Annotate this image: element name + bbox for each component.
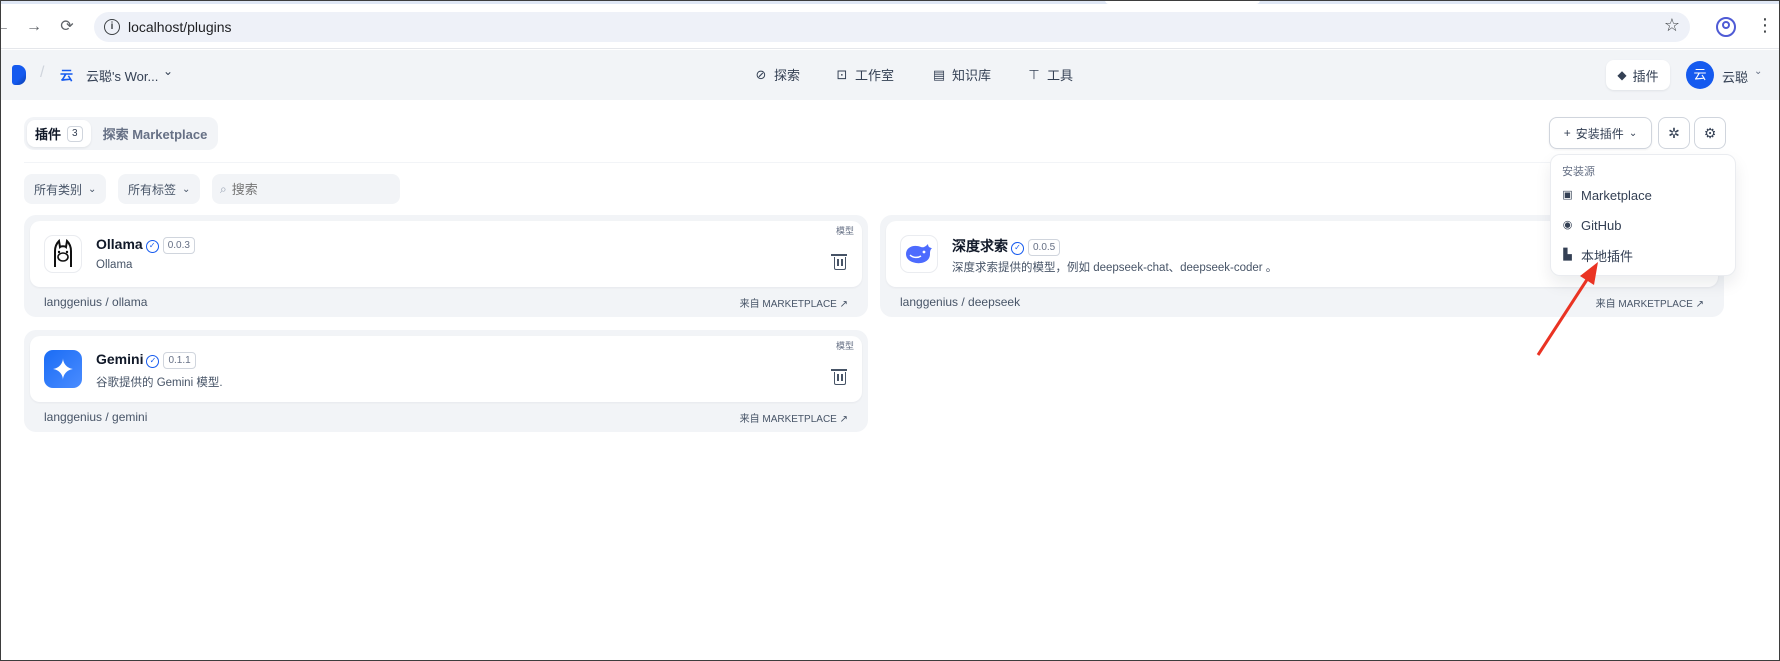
category-filter-label: 所有类别 xyxy=(34,182,83,197)
bookmark-star-icon[interactable]: ☆ xyxy=(1664,15,1680,36)
plugin-repo: langgenius / deepseek xyxy=(900,295,1021,309)
menu-item-local[interactable]: ▙ 本地插件 xyxy=(1562,243,1726,267)
trash-icon[interactable] xyxy=(831,254,847,270)
site-info-icon[interactable]: i xyxy=(104,19,120,35)
search-icon: ⌕ xyxy=(220,181,227,196)
menu-item-github-label: GitHub xyxy=(1581,217,1622,233)
app-logo[interactable] xyxy=(12,65,26,85)
tag-filter-label: 所有标签 xyxy=(128,182,177,197)
address-bar[interactable]: i localhost/plugins ☆ xyxy=(94,12,1690,42)
nav-tools-label: 工具 xyxy=(1047,68,1074,83)
marketplace-bag-icon: ▣ xyxy=(1562,189,1573,201)
nav-explore-label: 探索 xyxy=(774,68,801,83)
plugin-source-link[interactable]: 来自 MARKETPLACE ↗ xyxy=(740,410,848,425)
tab-marketplace-label: 探索 Marketplace xyxy=(102,127,208,142)
settings-button[interactable]: ⚙ xyxy=(1694,117,1726,149)
whale-icon xyxy=(900,235,938,273)
search-input[interactable] xyxy=(231,181,382,197)
user-avatar[interactable]: 云 xyxy=(1686,61,1714,89)
verified-icon: ✓ xyxy=(146,355,160,368)
tab-plugins[interactable]: 插件 3 xyxy=(27,120,91,147)
tab-plugins-label: 插件 xyxy=(35,127,62,142)
github-icon: ◉ xyxy=(1562,219,1573,231)
back-arrow-icon[interactable]: ← xyxy=(0,15,14,39)
plugin-name: Ollama ✓ 0.0.3 xyxy=(96,236,195,254)
plugin-type-tag: 模型 xyxy=(835,226,854,236)
workspace-avatar[interactable]: 云 xyxy=(60,65,76,83)
reload-icon[interactable]: ⟳ xyxy=(55,15,79,39)
plugin-source-link[interactable]: 来自 MARKETPLACE ↗ xyxy=(740,295,848,310)
tab-marketplace[interactable]: 探索 Marketplace xyxy=(95,120,216,147)
nav-knowledge[interactable]: ▤ 知识库 xyxy=(932,65,991,84)
chevron-down-icon: ⌄ xyxy=(88,183,97,195)
llama-icon xyxy=(44,235,82,273)
nav-tools[interactable]: ⊤ 工具 xyxy=(1027,65,1073,84)
browser-menu-icon[interactable]: ⋮ xyxy=(1756,15,1774,36)
nav-explore[interactable]: ⊘ 探索 xyxy=(754,65,800,84)
robot-icon: ⊡ xyxy=(836,66,848,82)
plugin-name: Gemini ✓ 0.1.1 xyxy=(96,351,196,369)
nav-studio[interactable]: ⊡ 工作室 xyxy=(835,65,894,84)
chevron-down-icon[interactable]: ⌄ xyxy=(1754,66,1762,77)
plugin-source-link[interactable]: 来自 MARKETPLACE ↗ xyxy=(1596,295,1704,310)
plugin-name: 深度求索 ✓ 0.0.5 xyxy=(952,236,1061,256)
plugin-card-ollama[interactable]: Ollama ✓ 0.0.3 Ollama 模型 langgenius / olla… xyxy=(24,215,868,317)
plugin-type-tag: 模型 xyxy=(835,341,854,351)
plugin-version: 0.1.1 xyxy=(163,352,196,369)
menu-item-marketplace-label: Marketplace xyxy=(1581,187,1652,203)
plugin-count-badge: 3 xyxy=(67,125,83,142)
plugin-repo: langgenius / ollama xyxy=(44,295,148,309)
tag-filter[interactable]: 所有标签 ⌄ xyxy=(118,174,201,204)
browser-toolbar: ← → ⟳ i localhost/plugins ☆ ⋮ xyxy=(0,4,1780,49)
address-url[interactable]: localhost/plugins xyxy=(128,19,232,35)
chevron-down-icon[interactable]: ⌄ xyxy=(163,64,173,78)
hammer-icon: ⊤ xyxy=(1028,66,1040,82)
profile-icon[interactable] xyxy=(1716,17,1736,37)
debug-button[interactable]: ✲ xyxy=(1658,117,1690,149)
divider xyxy=(24,162,1724,163)
plugin-card-body[interactable]: Ollama ✓ 0.0.3 Ollama 模型 xyxy=(30,221,862,287)
local-file-icon: ▙ xyxy=(1563,249,1572,261)
plugin-description: 谷歌提供的 Gemini 模型. xyxy=(96,377,223,389)
plugin-version: 0.0.3 xyxy=(162,237,195,254)
install-source-menu: 安装源 ▣ Marketplace ◉ GitHub ▙ 本地插件 xyxy=(1550,154,1736,276)
install-source-heading: 安装源 xyxy=(1562,166,1595,178)
menu-item-github[interactable]: ◉ GitHub xyxy=(1562,213,1726,237)
compass-icon: ⊘ xyxy=(755,66,767,82)
plugin-card-gemini[interactable]: Gemini ✓ 0.1.1 谷歌提供的 Gemini 模型. 模型 langgen… xyxy=(24,330,868,432)
category-filter[interactable]: 所有类别 ⌄ xyxy=(24,174,107,204)
nav-knowledge-label: 知识库 xyxy=(952,68,992,83)
chevron-down-icon: ⌄ xyxy=(1628,127,1638,139)
chevron-down-icon: ⌄ xyxy=(182,183,191,195)
plugin-description: Ollama xyxy=(96,259,133,271)
book-icon: ▤ xyxy=(932,66,946,82)
plugin-repo: langgenius / gemini xyxy=(44,410,148,424)
search-box[interactable]: ⌕ xyxy=(212,174,400,204)
trash-icon[interactable] xyxy=(831,369,847,385)
install-plugin-label: 安装插件 xyxy=(1575,126,1624,141)
plugins-nav-label: 插件 xyxy=(1632,68,1659,84)
nav-studio-label: 工作室 xyxy=(855,68,895,83)
app-header: / 云 云聪's Wor... ⌄ ⊘ 探索 ⊡ 工作室 ▤ 知识库 ⊤ 工具 … xyxy=(0,50,1780,100)
menu-item-marketplace[interactable]: ▣ Marketplace xyxy=(1562,183,1726,207)
plugin-tabs: 插件 3 探索 Marketplace xyxy=(24,117,219,150)
plugin-card-body[interactable]: Gemini ✓ 0.1.1 谷歌提供的 Gemini 模型. 模型 xyxy=(30,336,862,402)
forward-arrow-icon[interactable]: → xyxy=(22,15,46,39)
verified-icon: ✓ xyxy=(145,240,159,253)
user-name[interactable]: 云聪 xyxy=(1722,67,1748,86)
plugin-version: 0.0.5 xyxy=(1028,239,1061,256)
install-plugin-button[interactable]: + 安装插件 ⌄ xyxy=(1549,117,1652,149)
plugins-nav-button[interactable]: ◆ 插件 xyxy=(1606,60,1670,90)
workspace-name[interactable]: 云聪's Wor... xyxy=(86,66,158,85)
plugin-description: 深度求索提供的模型，例如 deepseek-chat、deepseek-code… xyxy=(952,262,1278,274)
cube-icon: ◆ xyxy=(1617,68,1627,82)
plus-icon: + xyxy=(1563,126,1571,140)
sliders-icon: ⚙ xyxy=(1703,125,1717,141)
gemini-sparkle-icon xyxy=(44,350,82,388)
bug-icon: ✲ xyxy=(1668,125,1680,141)
breadcrumb-separator: / xyxy=(40,64,45,81)
menu-item-local-label: 本地插件 xyxy=(1581,248,1634,264)
verified-icon: ✓ xyxy=(1011,242,1024,255)
